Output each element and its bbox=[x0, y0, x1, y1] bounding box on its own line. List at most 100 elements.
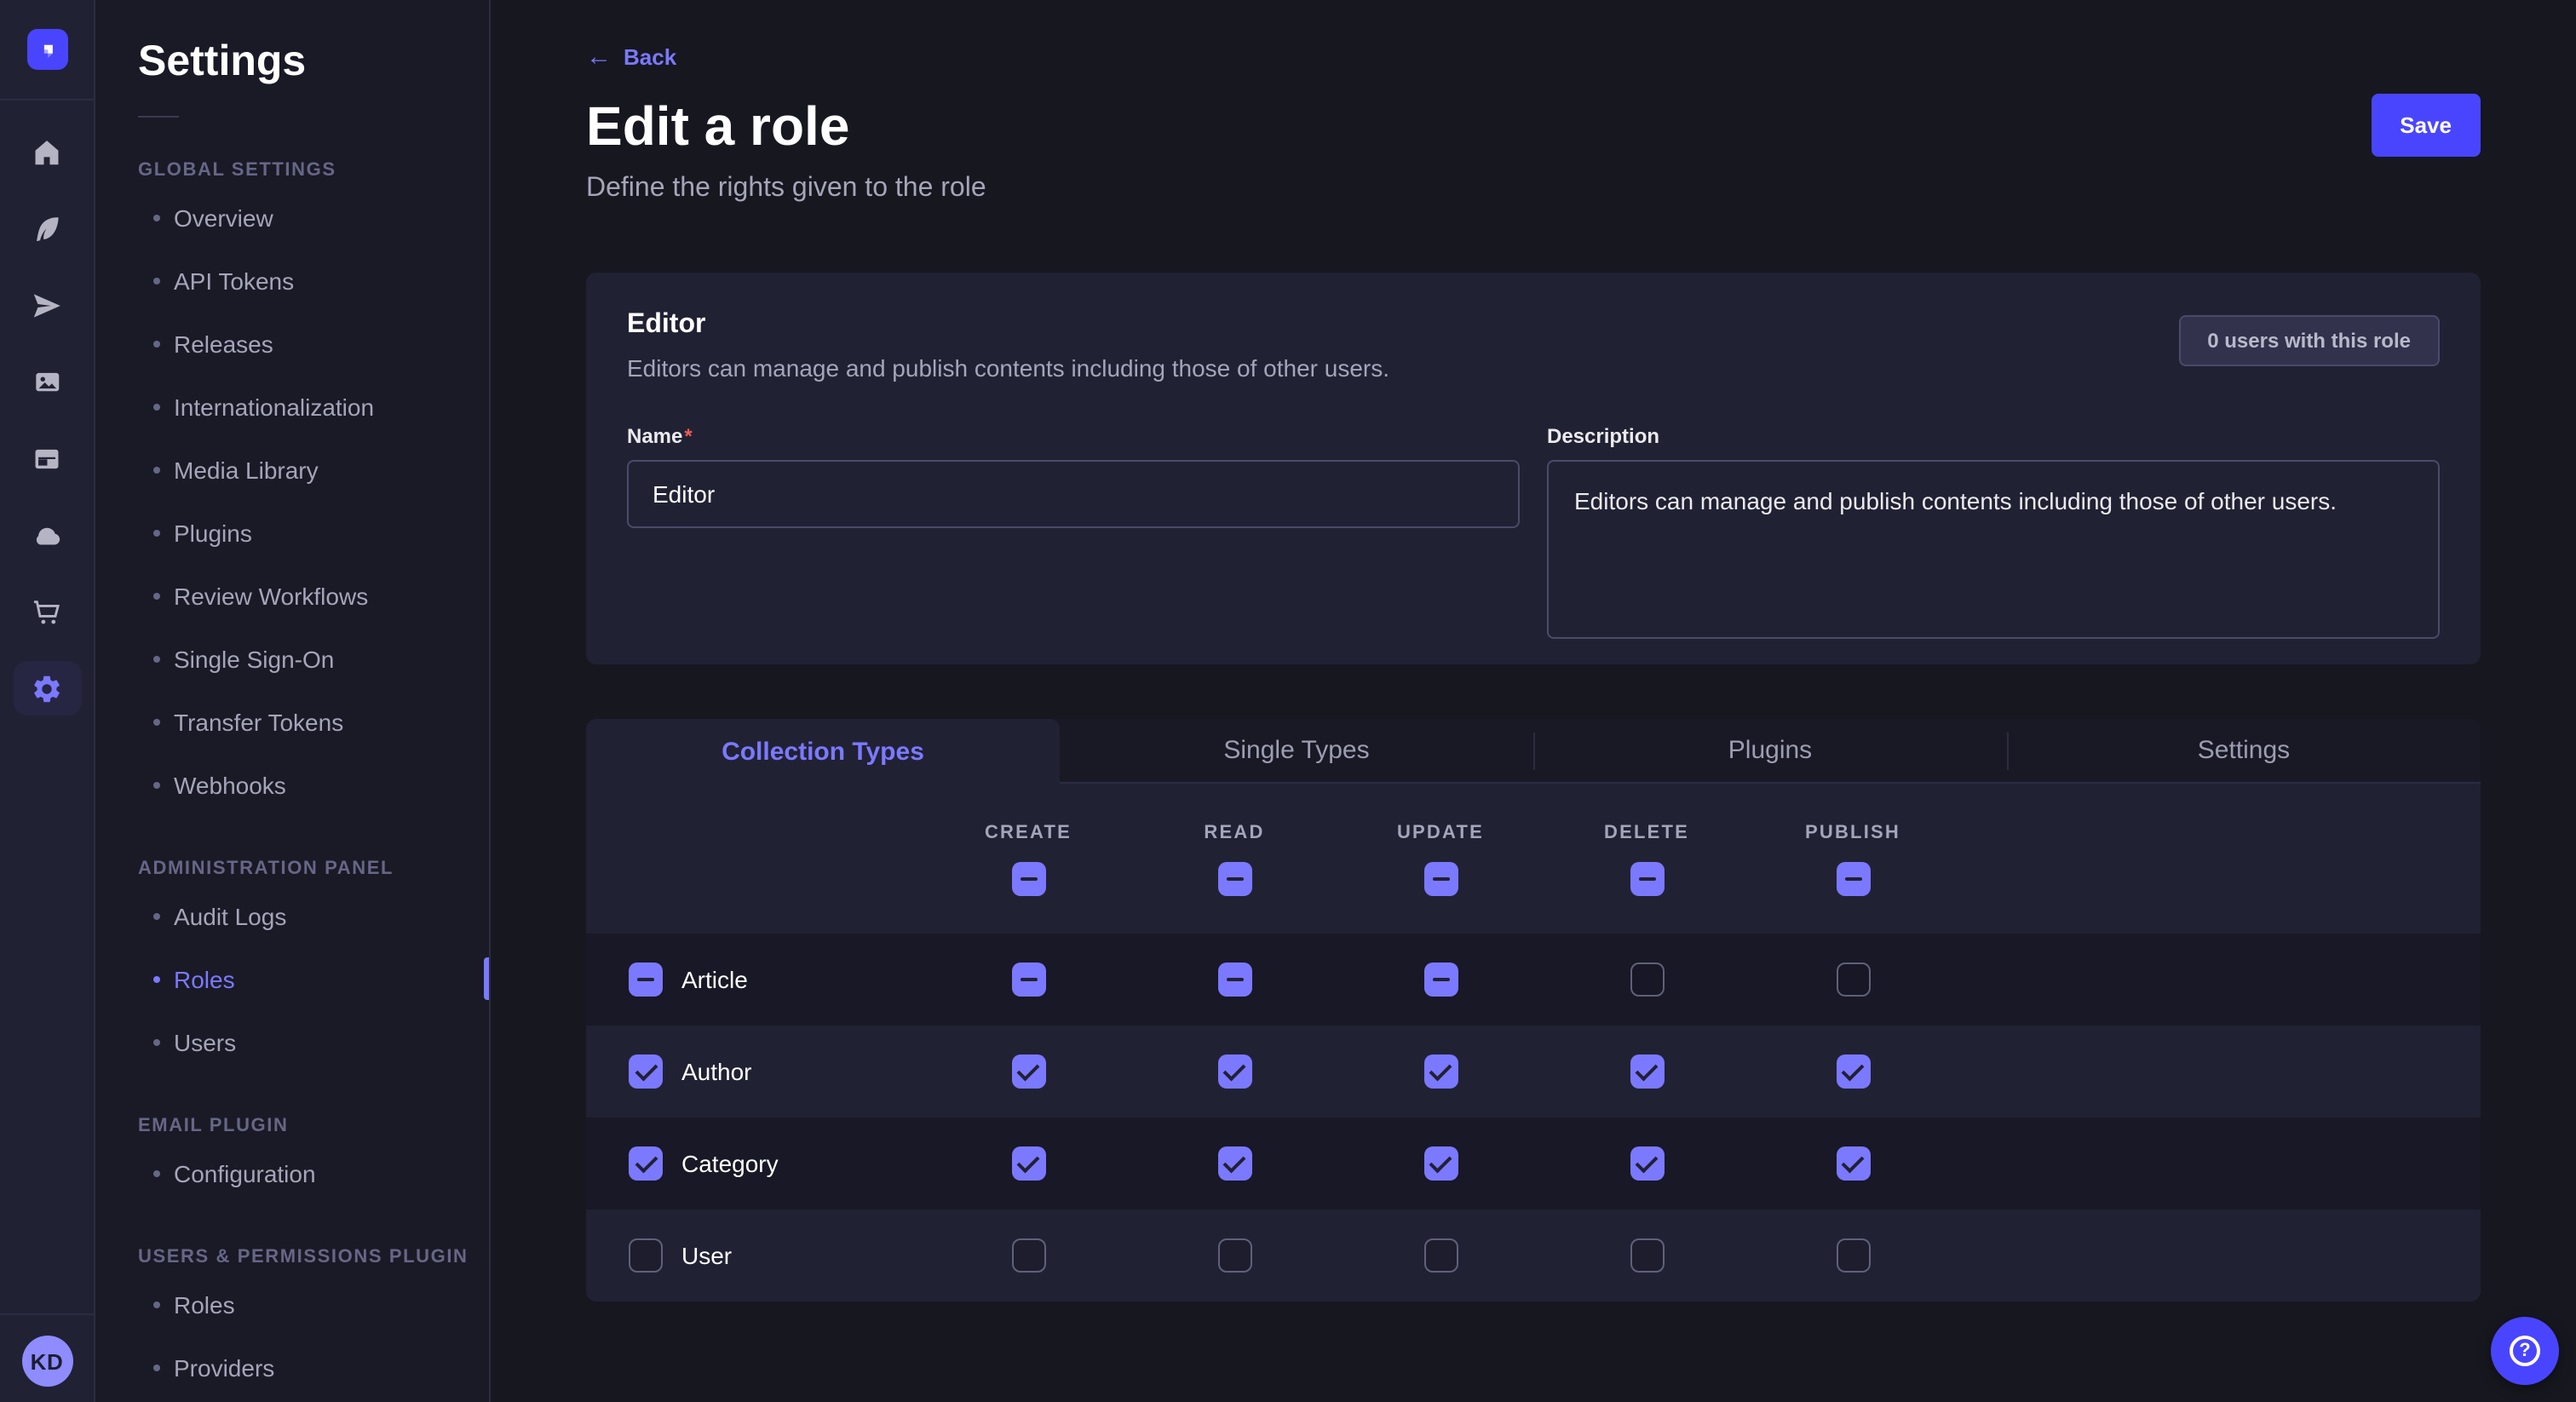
user-create-checkbox[interactable] bbox=[1011, 1238, 1045, 1273]
select-all-read-checkbox[interactable] bbox=[1217, 862, 1251, 896]
subnav-item-providers[interactable]: Providers bbox=[95, 1336, 489, 1399]
user-read-checkbox[interactable] bbox=[1217, 1238, 1251, 1273]
page-subtitle: Define the rights given to the role bbox=[586, 174, 2481, 204]
subnav-item-label: Providers bbox=[174, 1353, 274, 1381]
subnav-item-label: Releases bbox=[174, 330, 273, 357]
author-read-checkbox[interactable] bbox=[1217, 1054, 1251, 1089]
name-input[interactable] bbox=[627, 460, 1520, 528]
bullet-icon bbox=[153, 975, 160, 982]
save-button[interactable]: Save bbox=[2371, 94, 2481, 157]
subnav-item-transfer-tokens[interactable]: Transfer Tokens bbox=[95, 690, 489, 753]
subnav-item-label: Review Workflows bbox=[174, 582, 368, 609]
permission-cell bbox=[925, 1054, 1131, 1089]
permission-cell bbox=[1544, 1054, 1750, 1089]
permissions-card: Collection TypesSingle TypesPluginsSetti… bbox=[586, 719, 2481, 1301]
row-label: Category bbox=[681, 1150, 779, 1177]
user-avatar[interactable]: KD bbox=[21, 1336, 72, 1387]
row-label: Article bbox=[681, 966, 748, 993]
subnav-item-overview[interactable]: Overview bbox=[95, 186, 489, 249]
row-article-checkbox[interactable] bbox=[629, 962, 663, 997]
subnav-item-single-sign-on[interactable]: Single Sign-On bbox=[95, 627, 489, 690]
permission-column-publish: PUBLISH bbox=[1750, 784, 1956, 934]
tab-single-types[interactable]: Single Types bbox=[1060, 719, 1533, 784]
row-user-checkbox[interactable] bbox=[629, 1238, 663, 1273]
permission-cell bbox=[1131, 1238, 1337, 1273]
back-link[interactable]: ← Back bbox=[586, 44, 676, 70]
nav-item-settings[interactable] bbox=[13, 661, 81, 715]
permission-cell bbox=[1131, 1054, 1337, 1089]
subnav-item-configuration[interactable]: Configuration bbox=[95, 1141, 489, 1204]
author-update-checkbox[interactable] bbox=[1423, 1054, 1458, 1089]
article-create-checkbox[interactable] bbox=[1011, 962, 1045, 997]
user-update-checkbox[interactable] bbox=[1423, 1238, 1458, 1273]
subnav-item-review-workflows[interactable]: Review Workflows bbox=[95, 564, 489, 627]
bullet-icon bbox=[153, 718, 160, 725]
subnav-item-media-library[interactable]: Media Library bbox=[95, 438, 489, 501]
content-manager-icon bbox=[31, 212, 63, 244]
strapi-logo[interactable] bbox=[26, 29, 67, 70]
nav-item-deploy[interactable] bbox=[13, 278, 81, 332]
author-create-checkbox[interactable] bbox=[1011, 1054, 1045, 1089]
select-all-delete-checkbox[interactable] bbox=[1630, 862, 1664, 896]
subnav-item-releases[interactable]: Releases bbox=[95, 312, 489, 375]
subnav-item-users[interactable]: Users bbox=[95, 1010, 489, 1073]
select-all-publish-checkbox[interactable] bbox=[1836, 862, 1870, 896]
category-read-checkbox[interactable] bbox=[1217, 1146, 1251, 1181]
row-author-checkbox[interactable] bbox=[629, 1054, 663, 1089]
column-header-label: READ bbox=[1204, 823, 1264, 843]
bullet-icon bbox=[153, 912, 160, 919]
subnav-item-api-tokens[interactable]: API Tokens bbox=[95, 249, 489, 312]
category-publish-checkbox[interactable] bbox=[1836, 1146, 1870, 1181]
nav-item-home[interactable] bbox=[13, 124, 81, 179]
row-name-cell: Article bbox=[586, 962, 925, 997]
subnav-section-header: GLOBAL SETTINGS bbox=[138, 160, 489, 181]
deploy-icon bbox=[31, 289, 63, 321]
category-create-checkbox[interactable] bbox=[1011, 1146, 1045, 1181]
article-update-checkbox[interactable] bbox=[1423, 962, 1458, 997]
tab-settings[interactable]: Settings bbox=[2007, 719, 2481, 784]
subnav-item-roles[interactable]: Roles bbox=[95, 1273, 489, 1336]
permission-row-author: Author bbox=[586, 1026, 2481, 1118]
description-textarea[interactable]: Editors can manage and publish contents … bbox=[1547, 460, 2440, 639]
subnav-item-roles[interactable]: Roles bbox=[95, 947, 489, 1010]
nav-item-content-type-builder[interactable] bbox=[13, 431, 81, 486]
select-all-update-checkbox[interactable] bbox=[1423, 862, 1458, 896]
subnav-item-label: Media Library bbox=[174, 456, 319, 483]
users-with-role-button[interactable]: 0 users with this role bbox=[2178, 315, 2440, 366]
permission-cell bbox=[1131, 1146, 1337, 1181]
article-delete-checkbox[interactable] bbox=[1630, 962, 1664, 997]
select-all-create-checkbox[interactable] bbox=[1011, 862, 1045, 896]
subnav-item-plugins[interactable]: Plugins bbox=[95, 501, 489, 564]
nav-item-cloud[interactable] bbox=[13, 508, 81, 562]
permission-cell bbox=[1750, 1054, 1956, 1089]
description-field-group: Description Editors can manage and publi… bbox=[1547, 421, 2440, 647]
category-update-checkbox[interactable] bbox=[1423, 1146, 1458, 1181]
user-publish-checkbox[interactable] bbox=[1836, 1238, 1870, 1273]
subnav-item-label: Users bbox=[174, 1028, 236, 1055]
tab-collection-types[interactable]: Collection Types bbox=[586, 719, 1060, 784]
article-publish-checkbox[interactable] bbox=[1836, 962, 1870, 997]
role-info-card: Editor Editors can manage and publish co… bbox=[586, 273, 2481, 664]
nav-item-media-library[interactable] bbox=[13, 354, 81, 409]
permission-row-user: User bbox=[586, 1210, 2481, 1301]
subnav-item-label: Plugins bbox=[174, 519, 252, 546]
author-publish-checkbox[interactable] bbox=[1836, 1054, 1870, 1089]
bullet-icon bbox=[153, 592, 160, 599]
subnav-item-internationalization[interactable]: Internationalization bbox=[95, 375, 489, 438]
category-delete-checkbox[interactable] bbox=[1630, 1146, 1664, 1181]
help-button[interactable]: ? bbox=[2491, 1317, 2559, 1385]
nav-item-content-manager[interactable] bbox=[13, 201, 81, 256]
user-delete-checkbox[interactable] bbox=[1630, 1238, 1664, 1273]
bullet-icon bbox=[153, 340, 160, 347]
nav-item-marketplace[interactable] bbox=[13, 584, 81, 639]
subnav-item-audit-logs[interactable]: Audit Logs bbox=[95, 884, 489, 947]
subnav-item-webhooks[interactable]: Webhooks bbox=[95, 753, 489, 816]
name-field-label: Name* bbox=[627, 424, 693, 448]
question-mark-icon: ? bbox=[2510, 1336, 2540, 1366]
row-category-checkbox[interactable] bbox=[629, 1146, 663, 1181]
article-read-checkbox[interactable] bbox=[1217, 962, 1251, 997]
subnav-title: Settings bbox=[138, 37, 489, 87]
permission-column-update: UPDATE bbox=[1337, 784, 1544, 934]
tab-plugins[interactable]: Plugins bbox=[1533, 719, 2007, 784]
author-delete-checkbox[interactable] bbox=[1630, 1054, 1664, 1089]
